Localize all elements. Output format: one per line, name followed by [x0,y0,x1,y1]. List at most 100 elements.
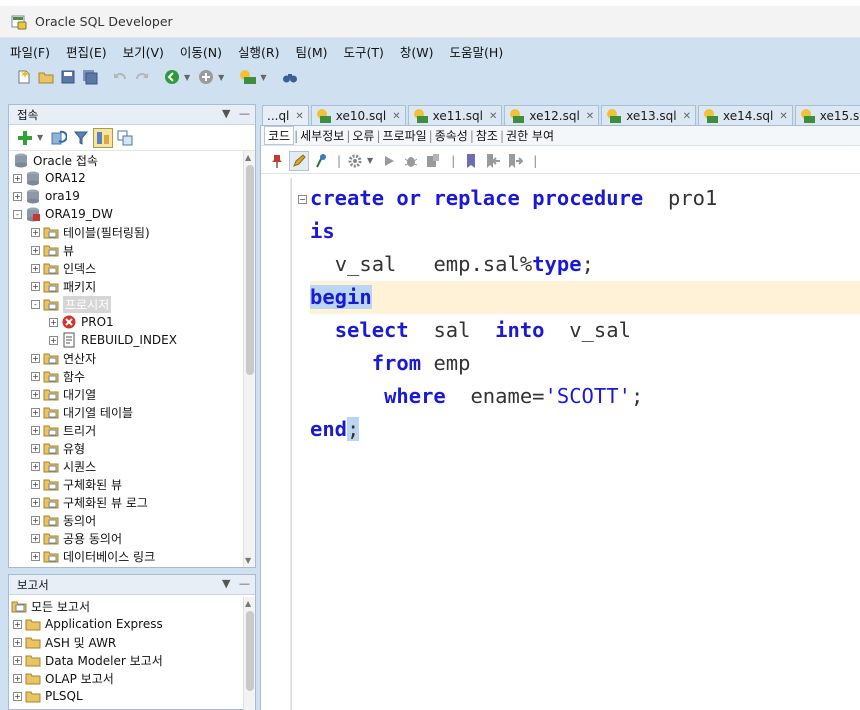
add-connection-icon[interactable] [15,128,35,148]
expand-toggle-icon[interactable]: + [31,497,40,507]
expand-toggle-icon[interactable]: + [31,353,40,363]
next-bookmark-icon[interactable] [505,151,525,171]
tree-item[interactable]: + 뷰 [9,241,245,259]
forward-dropdown-icon[interactable]: ▼ [218,73,224,82]
code-area[interactable]: create or replace procedure pro1 is v_sa… [310,182,860,446]
reports-scroll-up-icon[interactable]: ▲ [245,599,251,608]
edit-icon[interactable] [289,150,309,171]
settings-gear-icon[interactable] [345,151,365,171]
tree-item[interactable]: + 시퀀스 [9,457,245,475]
new-file-icon[interactable] [14,67,34,87]
report-item[interactable]: + Data Modeler 보고서 [9,651,245,669]
back-dropdown-icon[interactable]: ▼ [184,73,190,82]
tree-item[interactable]: + ORA12 [9,169,245,187]
expand-toggle-icon[interactable]: + [31,533,40,543]
undo-icon[interactable] [110,67,130,87]
expand-toggle-icon[interactable]: + [13,637,22,647]
tree-item[interactable]: + 동의어 [9,511,245,529]
tree-item[interactable]: + REBUILD_INDEX [9,331,245,349]
editor-subtab[interactable]: 권한 부여 [504,127,556,144]
tree-item[interactable]: + 공용 동의어 [9,529,245,547]
tree-item[interactable]: + 테이블(필터링됨) [9,223,245,241]
expand-toggle-icon[interactable]: + [31,479,40,489]
forward-icon[interactable] [196,67,216,87]
report-item[interactable]: + PLSQL [9,687,245,705]
tree-item[interactable]: - ORA19_DW [9,205,245,223]
binoculars-icon[interactable] [280,67,300,87]
expand-toggle-icon[interactable]: + [13,691,22,701]
menu-file[interactable]: 파일(F) [8,41,52,62]
menu-help[interactable]: 도움말(H) [448,41,506,62]
editor-subtab[interactable]: 종속성 [433,127,470,144]
editor-subtab[interactable]: 오류 [350,127,376,144]
tree-root-oracle-connections[interactable]: Oracle 접속 [9,151,245,169]
editor-subtab[interactable]: 참조 [474,127,500,144]
tree-item[interactable]: + 구체화된 뷰 로그 [9,493,245,511]
sql-worksheet-icon[interactable] [238,67,258,87]
save-all-icon[interactable] [80,67,100,87]
scroll-up-arrow-icon[interactable]: ▲ [245,153,251,162]
tree-item[interactable]: + 트리거 [9,421,245,439]
tree-item[interactable]: + ora19 [9,187,245,205]
expand-toggle-icon[interactable]: + [13,173,22,183]
expand-toggle-icon[interactable]: + [49,335,58,345]
gear-dropdown-icon[interactable]: ▼ [367,156,373,165]
tree-item[interactable]: + 대기열 테이블 [9,403,245,421]
compile-icon[interactable] [311,151,331,171]
tree-item[interactable]: + PRO1 [9,313,245,331]
profile-icon[interactable] [423,151,443,171]
debug-icon[interactable] [401,151,421,171]
tree-item[interactable]: + 인덱스 [9,259,245,277]
tree-item[interactable]: + 유형 [9,439,245,457]
filter-icon[interactable] [71,128,91,148]
expand-toggle-icon[interactable]: + [13,655,22,665]
report-item[interactable]: + OLAP 보고서 [9,669,245,687]
editor-tab[interactable]: xe14.sql ✕ [697,105,793,126]
editor-tab[interactable]: xe13.sql ✕ [601,105,696,126]
expand-toggle-icon[interactable]: + [31,281,40,291]
tree-item[interactable]: + 대기열 [9,385,245,403]
expand-toggle-icon[interactable]: + [13,191,22,201]
sql-worksheet-dropdown-icon[interactable]: ▼ [260,73,266,82]
tree-item[interactable]: + 패키지 [9,277,245,295]
tree-item[interactable]: + 데이터베이스 링크 [9,547,245,565]
panel-dropdown-icon[interactable]: ▼ [222,107,230,120]
expand-toggle-icon[interactable]: + [31,443,40,453]
close-tab-icon[interactable]: ✕ [295,111,303,122]
pin-icon[interactable] [267,151,287,171]
editor-subtab[interactable]: 코드 [264,126,295,145]
collapse-toggle-icon[interactable]: - [13,209,22,219]
expand-toggle-icon[interactable]: + [31,371,40,381]
back-icon[interactable] [162,67,182,87]
expand-toggle-icon[interactable]: + [31,227,40,237]
editor-tab[interactable]: ...ql ✕ [262,105,309,126]
expand-toggle-icon[interactable]: + [31,245,40,255]
reports-dropdown-icon[interactable]: ▼ [222,577,230,590]
expand-toggle-icon[interactable]: + [13,673,22,683]
expand-toggle-icon[interactable]: + [31,461,40,471]
editor-tab[interactable]: xe15.sql✕ [794,105,860,126]
reports-minimize-icon[interactable]: — [239,577,250,590]
reports-root[interactable]: 모든 보고서 [9,597,245,615]
editor-tab[interactable]: xe11.sql ✕ [407,105,503,126]
expand-toggle-icon[interactable]: + [31,407,40,417]
expand-toggle-icon[interactable]: + [31,263,40,273]
close-tab-icon[interactable]: ✕ [586,111,594,122]
fold-toggle-icon[interactable]: − [298,195,307,204]
connections-scrollbar[interactable]: ▲ ▼ [243,151,255,567]
expand-toggle-icon[interactable]: + [31,425,40,435]
reports-scroll-thumb[interactable] [246,611,254,691]
tree-item[interactable]: - 프로시저 [9,295,245,313]
editor-subtab[interactable]: 프로파일 [381,127,429,144]
expand-toggle-icon[interactable]: + [31,389,40,399]
expand-toggle-icon[interactable]: + [31,551,40,561]
collapse-toggle-icon[interactable]: - [31,299,40,309]
close-tab-icon[interactable]: ✕ [683,111,691,122]
close-tab-icon[interactable]: ✕ [779,111,787,122]
run-icon[interactable] [379,151,399,171]
expand-toggle-icon[interactable]: + [13,619,22,629]
tree-item[interactable]: + 구체화된 뷰 [9,475,245,493]
expand-toggle-icon[interactable]: + [49,317,58,327]
unshared-worksheet-icon[interactable] [115,128,135,148]
menu-tools[interactable]: 도구(T) [342,41,386,62]
